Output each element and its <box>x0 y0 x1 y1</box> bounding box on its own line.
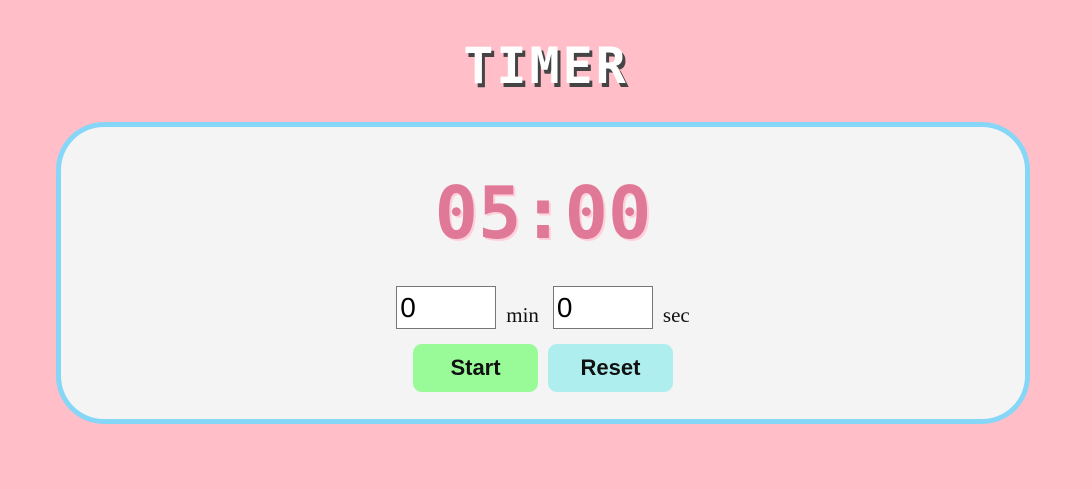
time-inputs: min sec <box>61 286 1025 329</box>
timer-controls: Start Reset <box>61 344 1025 392</box>
minutes-unit-label: min <box>506 303 539 327</box>
start-button[interactable]: Start <box>413 344 538 392</box>
reset-button[interactable]: Reset <box>548 344 673 392</box>
time-display: 05:00 <box>434 171 652 255</box>
page-title: TIMER <box>463 37 629 95</box>
seconds-input[interactable] <box>552 286 653 329</box>
timer-card: 05:00 min sec Start Reset <box>56 122 1030 424</box>
minutes-input[interactable] <box>396 286 497 329</box>
seconds-unit-label: sec <box>662 303 690 327</box>
